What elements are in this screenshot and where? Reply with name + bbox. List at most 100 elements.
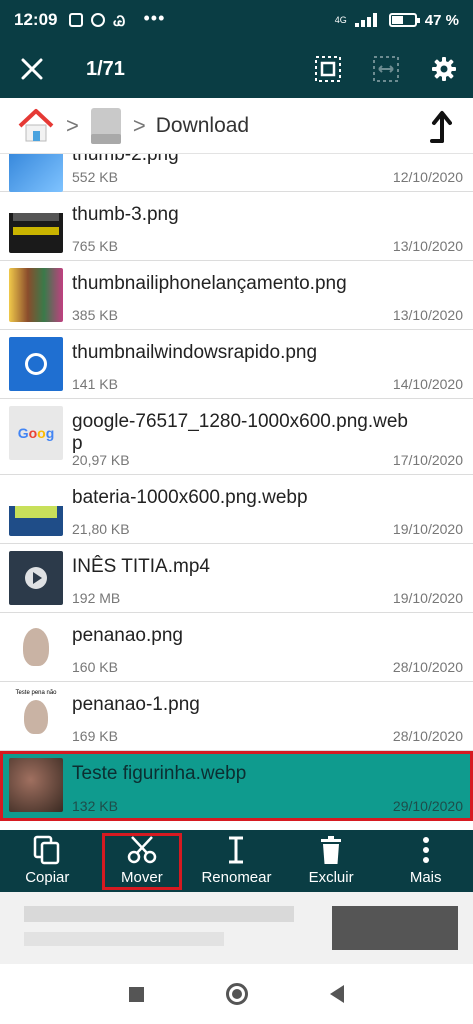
selection-count: 1/71 [86, 57, 125, 80]
file-meta: 192 MB 19/10/2020 [72, 590, 463, 606]
file-meta: 160 KB 28/10/2020 [72, 659, 463, 675]
home-button[interactable] [16, 106, 56, 146]
file-size: 385 KB [72, 307, 118, 323]
file-meta: 132 KB 29/10/2020 [72, 798, 463, 814]
file-row[interactable]: Go o g google-76517_1280-1000x600.png.web p… [0, 399, 473, 475]
signal-icon [354, 13, 381, 27]
back-button[interactable] [330, 985, 344, 1003]
home-nav-button[interactable] [226, 983, 248, 1005]
file-info: thumb-2.png 552 KB 12/10/2020 [72, 154, 473, 191]
file-size: 132 KB [72, 798, 118, 814]
file-list: thumb-2.png 552 KB 12/10/2020 thumb-3.png 76… [0, 154, 473, 830]
file-row[interactable]: Teste pena não penanao-1.png 169 KB 28/10/2… [0, 682, 473, 751]
select-range-button[interactable] [357, 40, 415, 98]
file-row[interactable]: thumbnailiphonelançamento.png 385 KB 13/10… [0, 261, 473, 330]
selection-toolbar: 1/71 [0, 40, 473, 98]
file-date: 17/10/2020 [392, 452, 463, 468]
battery-thumbnail [9, 482, 63, 536]
file-row-selected[interactable]: Teste figurinha.webp 132 KB 29/10/2020 [0, 751, 473, 821]
scissors-icon [127, 836, 157, 864]
current-folder[interactable]: Download [156, 114, 249, 138]
file-name: thumb-2.png [72, 154, 179, 165]
close-selection-button[interactable] [0, 40, 64, 98]
file-date: 28/10/2020 [392, 728, 463, 744]
file-size: 141 KB [72, 376, 118, 392]
file-name: thumb-3.png [72, 204, 179, 225]
move-button[interactable]: Mover [95, 830, 190, 892]
ad-banner[interactable] [0, 892, 473, 964]
rename-button[interactable]: Renomear [189, 830, 284, 892]
file-name: Teste figurinha.webp [72, 763, 247, 784]
file-size: 20,97 KB [72, 452, 130, 468]
recents-button[interactable] [129, 986, 144, 1002]
file-meta: 552 KB 12/10/2020 [72, 169, 463, 185]
more-label: Mais [409, 869, 442, 886]
rename-label: Renomear [201, 869, 272, 886]
file-date: 19/10/2020 [392, 590, 463, 606]
file-meta: 21,80 KB 19/10/2020 [72, 521, 463, 537]
file-meta: 385 KB 13/10/2020 [72, 307, 463, 323]
file-meta: 169 KB 28/10/2020 [72, 728, 463, 744]
copy-button[interactable]: Copiar [0, 830, 95, 892]
file-date: 13/10/2020 [392, 307, 463, 323]
settings-button[interactable] [415, 40, 473, 98]
close-icon [21, 58, 43, 80]
file-date: 14/10/2020 [392, 376, 463, 392]
file-date: 12/10/2020 [392, 169, 463, 185]
file-info: thumbnailiphonelançamento.png 385 KB 13/10… [72, 261, 473, 329]
text-cursor-icon [229, 836, 244, 864]
more-vertical-icon [422, 837, 429, 863]
bird-text-thumbnail: Teste pena não [9, 689, 63, 743]
windows-thumbnail [9, 337, 63, 391]
battery-level: 47 % [424, 11, 459, 29]
photo-notification-icon [69, 13, 84, 27]
file-info: penanao-1.png 169 KB 28/10/2020 [72, 682, 473, 750]
app-notification-icon: Ꮚ [113, 13, 126, 29]
storage-icon [90, 107, 121, 144]
thumbnail-caption: Teste pena não [15, 690, 57, 696]
ad-cta-button[interactable] [332, 906, 458, 950]
file-info: bateria-1000x600.png.webp 21,80 KB 19/10/2… [72, 475, 473, 543]
file-size: 192 MB [72, 590, 121, 606]
file-info: penanao.png 160 KB 28/10/2020 [72, 613, 473, 681]
select-all-button[interactable] [299, 40, 357, 98]
status-time: 12:09 [14, 10, 58, 29]
system-nav-bar [0, 964, 473, 1024]
file-name: INÊS TITIA.mp4 [72, 556, 210, 577]
bird-thumbnail [9, 620, 63, 674]
google-thumbnail: Goog [9, 406, 63, 460]
photo-thumbnail [9, 758, 63, 812]
ad-text-blurred [24, 932, 224, 946]
more-button[interactable]: Mais [378, 830, 473, 892]
home-icon [18, 108, 54, 141]
video-thumbnail [9, 551, 63, 605]
chevron-right-icon: > [132, 112, 146, 138]
file-size: 160 KB [72, 659, 118, 675]
file-name: bateria-1000x600.png.webp [72, 487, 308, 508]
file-row[interactable]: bateria-1000x600.png.webp 21,80 KB 19/10/2… [0, 475, 473, 544]
file-row[interactable]: INÊS TITIA.mp4 192 MB 19/10/2020 [0, 544, 473, 613]
breadcrumb: > > Download [0, 98, 473, 154]
file-info: google-76517_1280-1000x600.png.web p 20,9… [72, 399, 473, 474]
storage-crumb[interactable] [89, 106, 123, 146]
select-range-icon [373, 56, 399, 82]
delete-button[interactable]: Excluir [284, 830, 379, 892]
file-info: thumb-3.png 765 KB 13/10/2020 [72, 192, 473, 260]
copy-icon [34, 835, 60, 865]
file-info: thumbnailwindowsrapido.png 141 KB 14/10/20… [72, 330, 473, 398]
file-info: Teste figurinha.webp 132 KB 29/10/2020 [72, 751, 473, 820]
file-meta: 141 KB 14/10/2020 [72, 376, 463, 392]
file-row[interactable]: thumb-2.png 552 KB 12/10/2020 [0, 154, 473, 192]
file-row[interactable]: thumb-3.png 765 KB 13/10/2020 [0, 192, 473, 261]
dark-thumbnail [9, 199, 63, 253]
file-name: google-76517_1280-1000x600.png.web p [72, 411, 408, 454]
file-row[interactable]: penanao.png 160 KB 28/10/2020 [0, 613, 473, 682]
file-date: 19/10/2020 [392, 521, 463, 537]
file-meta: 20,97 KB 17/10/2020 [72, 452, 463, 468]
file-meta: 765 KB 13/10/2020 [72, 238, 463, 254]
parent-folder-button[interactable] [425, 106, 455, 146]
file-size: 169 KB [72, 728, 118, 744]
file-row[interactable]: thumbnailwindowsrapido.png 141 KB 14/10/20… [0, 330, 473, 399]
file-size: 765 KB [72, 238, 118, 254]
gear-icon [432, 57, 456, 81]
